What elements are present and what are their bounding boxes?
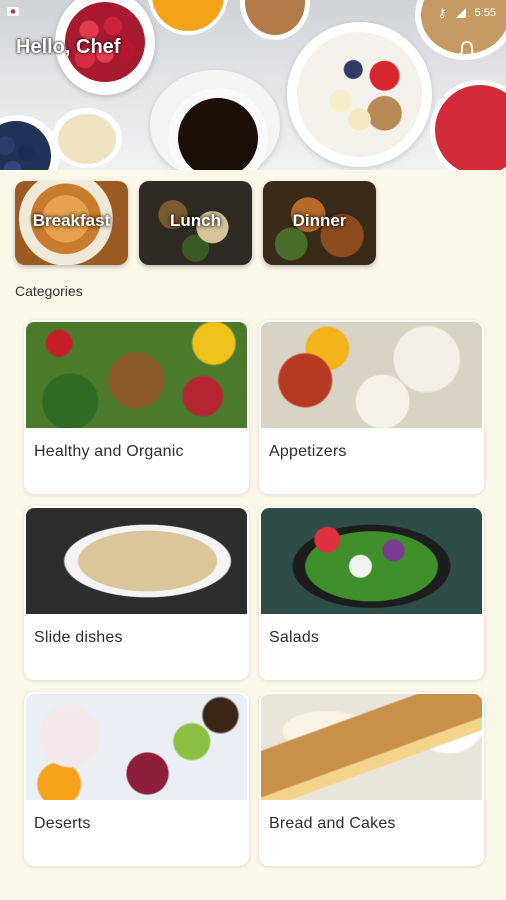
signal-icon <box>455 8 466 18</box>
category-card-healthy-organic[interactable]: Healthy and Organic <box>24 320 249 494</box>
meal-tab-label: Lunch <box>170 211 221 230</box>
coffee-cup-image <box>150 70 280 170</box>
side-dishes-image <box>26 508 247 614</box>
status-bar: ⚷ 5:55 <box>438 6 496 20</box>
status-time: 5:55 <box>474 7 496 19</box>
category-card-bread-cakes[interactable]: Bread and Cakes <box>259 692 484 866</box>
category-card-deserts[interactable]: Deserts <box>24 692 249 866</box>
meal-tab-breakfast[interactable]: Breakfast <box>15 181 128 265</box>
header-banner: ⚷ 5:55 Hello, Chef <box>0 0 506 170</box>
bell-icon[interactable] <box>458 40 476 60</box>
category-label: Salads <box>269 629 320 646</box>
almond-bowl-image <box>240 0 310 40</box>
categories-heading: Categories <box>15 283 83 299</box>
category-card-side-dishes[interactable]: Slide dishes <box>24 506 249 680</box>
category-card-salads[interactable]: Salads <box>259 506 484 680</box>
meal-tab-dinner[interactable]: Dinner <box>263 181 376 265</box>
yogurt-bowl-image <box>287 22 432 167</box>
meal-tab-lunch[interactable]: Lunch <box>139 181 252 265</box>
key-icon: ⚷ <box>437 6 447 20</box>
salads-image <box>261 508 482 614</box>
greeting-text: Hello, Chef <box>16 36 121 58</box>
category-label: Appetizers <box>269 443 347 460</box>
sliced-almond-bowl-image <box>52 108 122 168</box>
blueberry-bowl-image <box>0 115 60 170</box>
category-label: Bread and Cakes <box>269 815 396 832</box>
category-label: Healthy and Organic <box>34 443 184 460</box>
appetizers-image <box>261 322 482 428</box>
deserts-image <box>26 694 247 800</box>
berries-plate-image <box>430 80 506 170</box>
notification-status-icon <box>7 7 19 16</box>
healthy-organic-image <box>26 322 247 428</box>
meal-tab-label: Dinner <box>292 211 347 230</box>
category-label: Slide dishes <box>34 629 123 646</box>
category-card-appetizers[interactable]: Appetizers <box>259 320 484 494</box>
juice-glass-image <box>148 0 228 35</box>
category-label: Deserts <box>34 815 91 832</box>
meal-tab-label: Breakfast <box>32 211 111 230</box>
bread-cakes-image <box>261 694 482 800</box>
